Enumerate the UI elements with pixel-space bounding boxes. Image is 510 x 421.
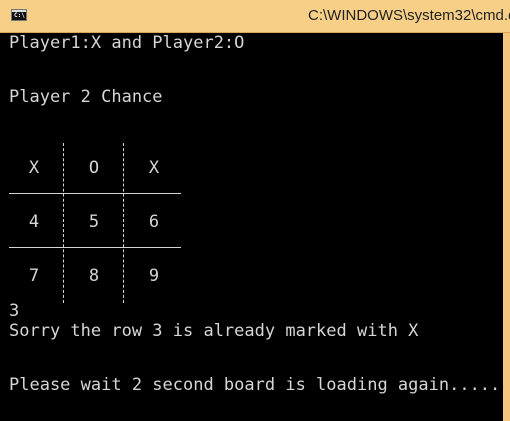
console-input-value: 3 — [9, 301, 20, 321]
console-output[interactable]: Player1:X and Player2:O Player 2 Chance … — [0, 33, 503, 421]
tic-tac-toe-board: X O X 4 5 6 7 8 9 — [9, 143, 181, 303]
cmd-icon-label: C:\ — [14, 12, 25, 19]
board-cell-3: X — [148, 158, 160, 178]
board-cell-4: 4 — [28, 212, 40, 232]
board-cell-9: 9 — [148, 266, 160, 286]
board-divider-vertical-2 — [123, 143, 124, 303]
cmd-icon[interactable]: C:\ — [11, 9, 27, 21]
window-title: C:\WINDOWS\system32\cmd.e — [308, 7, 510, 24]
board-cell-8: 8 — [88, 266, 100, 286]
console-line-player-turn: Player 2 Chance — [9, 87, 163, 107]
console-status-message: Please wait 2 second board is loading ag… — [9, 375, 501, 395]
console-error-message: Sorry the row 3 is already marked with X — [9, 321, 419, 341]
board-divider-vertical-1 — [63, 143, 64, 303]
board-cell-2: O — [88, 158, 100, 178]
console-line-players: Player1:X and Player2:O — [9, 33, 245, 53]
board-divider-horizontal-1 — [9, 193, 181, 194]
window-right-frame — [503, 33, 510, 421]
board-cell-7: 7 — [28, 266, 40, 286]
board-cell-1: X — [28, 158, 40, 178]
board-cell-6: 6 — [148, 212, 160, 232]
board-divider-horizontal-2 — [9, 247, 181, 248]
board-cell-5: 5 — [88, 212, 100, 232]
title-bar[interactable]: C:\ C:\WINDOWS\system32\cmd.e — [0, 0, 510, 33]
cmd-window: C:\ C:\WINDOWS\system32\cmd.e Player1:X … — [0, 0, 510, 421]
